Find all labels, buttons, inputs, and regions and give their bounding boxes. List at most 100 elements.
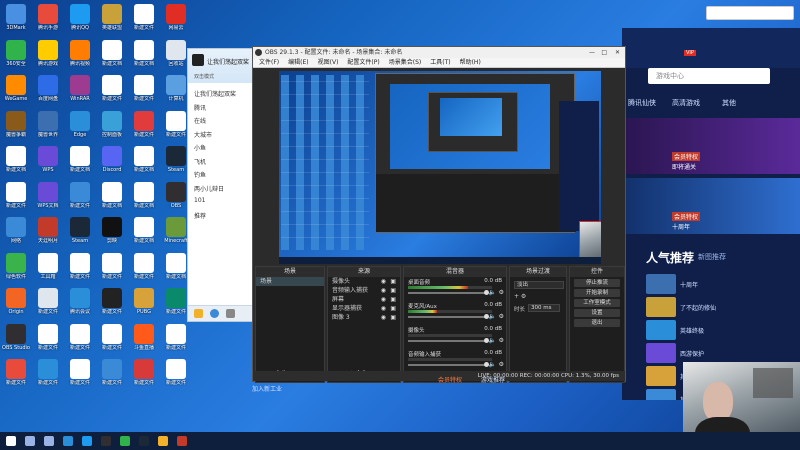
music-icon[interactable] <box>194 309 203 318</box>
popular-item[interactable]: 西游保护 <box>646 343 796 363</box>
taskbar-wechat-icon[interactable] <box>120 436 130 446</box>
visibility-eye-icon[interactable]: ◉ <box>381 295 386 304</box>
obs-control-button[interactable]: 设置 <box>574 309 620 317</box>
desktop-icon[interactable]: 新建文件 <box>32 288 64 315</box>
lock-icon[interactable]: ▣ <box>390 304 396 313</box>
desktop-icon[interactable]: 新建文件 <box>128 252 160 280</box>
mute-speaker-icon[interactable]: 🔈 <box>489 313 496 320</box>
obs-menu-item[interactable]: 帮助(H) <box>460 59 481 66</box>
source-item[interactable]: 显示器捕获 ◉ ▣ <box>328 304 400 313</box>
desktop-icon[interactable]: 新建文件 <box>32 323 64 351</box>
desktop-icon[interactable]: 新建文件 <box>96 359 128 386</box>
taskbar-qq-icon[interactable] <box>82 436 92 446</box>
source-item[interactable]: 音频输入捕获 ◉ ▣ <box>328 286 400 295</box>
taskbar-obs-icon[interactable] <box>101 436 111 446</box>
maximize-button[interactable]: □ <box>601 47 607 58</box>
desktop-icon[interactable]: 新建文件 <box>128 359 160 386</box>
desktop-icon[interactable]: WPS <box>32 146 64 173</box>
desktop-icon[interactable]: 斗鱼直播 <box>128 323 160 351</box>
launcher-search-input[interactable]: 游戏中心 <box>648 68 770 84</box>
desktop-icon[interactable]: 新建文件 <box>0 181 32 209</box>
launcher-tab-recommend[interactable]: 游戏推荐 <box>481 375 505 384</box>
avatar[interactable] <box>192 54 204 66</box>
desktop-icon[interactable]: PUBG <box>128 288 160 315</box>
desktop-icon[interactable]: 控制面板 <box>96 110 128 138</box>
volume-slider[interactable] <box>408 290 489 295</box>
source-item[interactable]: 屏幕 ◉ ▣ <box>328 295 400 304</box>
desktop-icon[interactable]: 魔兽世界 <box>32 110 64 138</box>
desktop-icon[interactable]: Steam <box>64 217 96 244</box>
qq-contact-row[interactable]: 飞机 <box>194 157 206 166</box>
source-item[interactable]: 图像 3 ◉ ▣ <box>328 313 400 322</box>
lock-icon[interactable]: ▣ <box>390 277 396 286</box>
lock-icon[interactable]: ▣ <box>390 286 396 295</box>
desktop-icon[interactable]: 新建文档 <box>96 39 128 67</box>
desktop-icon[interactable]: WPS文档 <box>32 181 64 209</box>
taskbar-explorer-icon[interactable] <box>158 436 168 446</box>
desktop-icon[interactable]: Edge <box>64 110 96 138</box>
taskbar-edge-icon[interactable] <box>63 436 73 446</box>
settings-icon[interactable] <box>226 309 235 318</box>
qq-contact-row[interactable]: 推荐 <box>194 211 206 220</box>
taskbar-search-icon[interactable] <box>25 436 35 446</box>
desktop-icon[interactable]: 新建文件 <box>128 4 160 31</box>
obs-control-button[interactable]: 工作室模式 <box>574 299 620 307</box>
mute-speaker-icon[interactable]: 🔈 <box>489 361 496 368</box>
desktop-icon[interactable]: 新建文件 <box>64 323 96 351</box>
taskbar-game-icon[interactable] <box>177 436 187 446</box>
popular-item[interactable]: 十周年 <box>646 274 796 294</box>
scene-item[interactable]: 场景 <box>256 277 324 286</box>
desktop-icon[interactable]: 新建文件 <box>96 288 128 315</box>
transition-select[interactable]: 淡出 <box>514 281 564 289</box>
desktop-icon[interactable]: 新建文件 <box>64 181 96 209</box>
volume-slider[interactable] <box>408 338 489 343</box>
launcher-card-0[interactable]: 会员特权 即将通关 <box>622 118 800 174</box>
obs-control-button[interactable]: 开始录制 <box>574 289 620 297</box>
qq-contact-row[interactable]: 101 <box>194 197 205 204</box>
close-button[interactable]: ✕ <box>615 47 620 58</box>
taskbar-task-view-icon[interactable] <box>44 436 54 446</box>
desktop-icon[interactable]: 新建文件 <box>96 323 128 351</box>
add-button[interactable]: 加入新工业 <box>252 384 292 396</box>
desktop-icon[interactable]: 新建文件 <box>96 252 128 280</box>
obs-menu-item[interactable]: 文件(F) <box>259 59 279 66</box>
qq-contact-row[interactable]: 两小儿辩日 <box>194 184 224 193</box>
visibility-eye-icon[interactable]: ◉ <box>381 304 386 313</box>
qq-contact-row[interactable]: 小鱼 <box>194 143 206 152</box>
desktop-icon[interactable]: 360安全 <box>0 39 32 67</box>
ime-toolbar[interactable] <box>706 6 794 20</box>
desktop-icon[interactable]: 新建文件 <box>0 359 32 386</box>
qq-contact-row[interactable]: 大城市 <box>194 130 212 139</box>
obs-menu-item[interactable]: 工具(T) <box>430 59 450 66</box>
desktop-icon[interactable]: 英雄联盟 <box>96 4 128 31</box>
qq-contact-row[interactable]: 腾讯 <box>194 103 206 112</box>
mute-speaker-icon[interactable]: 🔈 <box>489 289 496 296</box>
desktop-icon[interactable]: 腾讯手游 <box>32 4 64 31</box>
volume-slider[interactable] <box>408 314 489 319</box>
desktop-icon[interactable]: 腾讯会议 <box>64 288 96 315</box>
desktop-icon[interactable]: 绿色软件 <box>0 252 32 280</box>
desktop-icon[interactable]: 百度网盘 <box>32 75 64 102</box>
qq-mode[interactable]: 双击模式 <box>194 73 214 80</box>
desktop-icon[interactable]: 新建文件 <box>64 359 96 386</box>
lock-icon[interactable]: ▣ <box>390 295 396 304</box>
desktop-icon[interactable]: 腾讯游戏 <box>32 39 64 67</box>
desktop-icon[interactable]: 新建文档 <box>128 39 160 67</box>
launcher-nav-0[interactable]: 腾讯仙侠 <box>628 98 656 108</box>
desktop-icon[interactable]: WeGame <box>0 75 32 102</box>
desktop-icon[interactable]: 新建文档 <box>128 217 160 244</box>
popular-item[interactable]: 了不起的修仙 <box>646 297 796 317</box>
qq-contact-row[interactable]: 钓鱼 <box>194 170 206 179</box>
obs-preview-canvas[interactable] <box>279 71 601 264</box>
desktop-icon[interactable]: 新建文件 <box>160 359 192 386</box>
launcher-tab-vip[interactable]: 会员特权 <box>438 375 462 384</box>
obs-control-button[interactable]: 停止推流 <box>574 279 620 287</box>
visibility-eye-icon[interactable]: ◉ <box>381 313 386 322</box>
source-item[interactable]: 摄像头 ◉ ▣ <box>328 277 400 286</box>
desktop-icon[interactable]: 网易云 <box>160 4 192 31</box>
obs-menu-item[interactable]: 场景集合(S) <box>389 59 422 66</box>
desktop-icon[interactable]: 腾讯QQ <box>64 4 96 31</box>
gear-icon[interactable]: ⚙ <box>499 361 504 368</box>
taskbar-start-icon[interactable] <box>6 436 16 446</box>
desktop-icon[interactable]: 新建文件 <box>32 359 64 386</box>
